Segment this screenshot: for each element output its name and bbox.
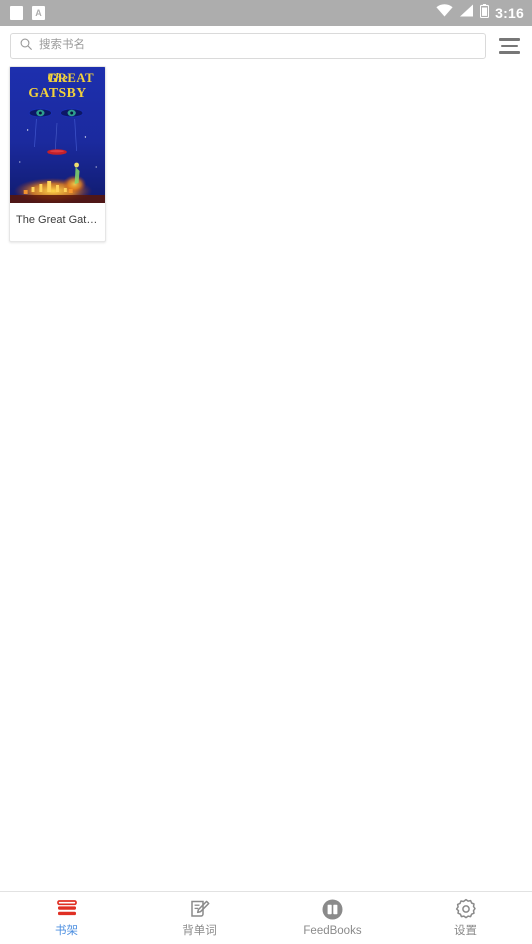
battery-icon [480, 3, 490, 23]
bookshelf-grid: The GREAT GATSBY The Great Gatsby [0, 66, 532, 242]
tab-vocabulary-label: 背单词 [182, 925, 217, 938]
open-book-circle-icon [322, 898, 343, 920]
status-bar-right: 3:16 [436, 3, 524, 23]
search-icon [20, 37, 32, 55]
hamburger-menu-icon[interactable] [496, 33, 522, 59]
search-row: 搜索书名 [0, 26, 532, 66]
status-bar: A 3:16 [0, 0, 532, 26]
app-root: A 3:16 搜索书名 The GREAT GATSBY The Great G… [0, 0, 532, 944]
hamburger-bar-1 [498, 38, 520, 41]
a-badge-icon: A [32, 6, 45, 20]
gear-icon [455, 898, 477, 920]
svg-text:GREAT: GREAT [47, 71, 94, 85]
search-placeholder: 搜索书名 [39, 39, 85, 52]
tab-feedbooks-label: FeedBooks [303, 925, 362, 938]
status-bar-clock: 3:16 [495, 5, 524, 21]
books-stack-icon [56, 898, 78, 920]
book-card[interactable]: The GREAT GATSBY The Great Gatsby [9, 66, 106, 242]
tab-settings-label: 设置 [454, 925, 477, 938]
hamburger-bar-2 [500, 44, 518, 48]
tab-bookshelf-label: 书架 [55, 925, 78, 938]
search-input[interactable]: 搜索书名 [10, 33, 486, 59]
svg-text:GATSBY: GATSBY [28, 85, 86, 100]
tab-feedbooks[interactable]: FeedBooks [266, 892, 399, 944]
cellular-signal-icon [459, 4, 474, 22]
wifi-icon [436, 4, 453, 22]
bottom-navigation-bar: 书架 背单词 FeedBooks 设置 [0, 891, 532, 944]
tab-bookshelf[interactable]: 书架 [0, 892, 133, 944]
status-bar-left: A [10, 6, 45, 20]
hamburger-bar-3 [498, 51, 520, 54]
note-pencil-icon [189, 898, 211, 920]
tab-vocabulary[interactable]: 背单词 [133, 892, 266, 944]
square-notification-icon [10, 6, 23, 20]
tab-settings[interactable]: 设置 [399, 892, 532, 944]
book-cover-image: The GREAT GATSBY [10, 67, 105, 203]
book-title-label: The Great Gatsby [16, 214, 104, 226]
